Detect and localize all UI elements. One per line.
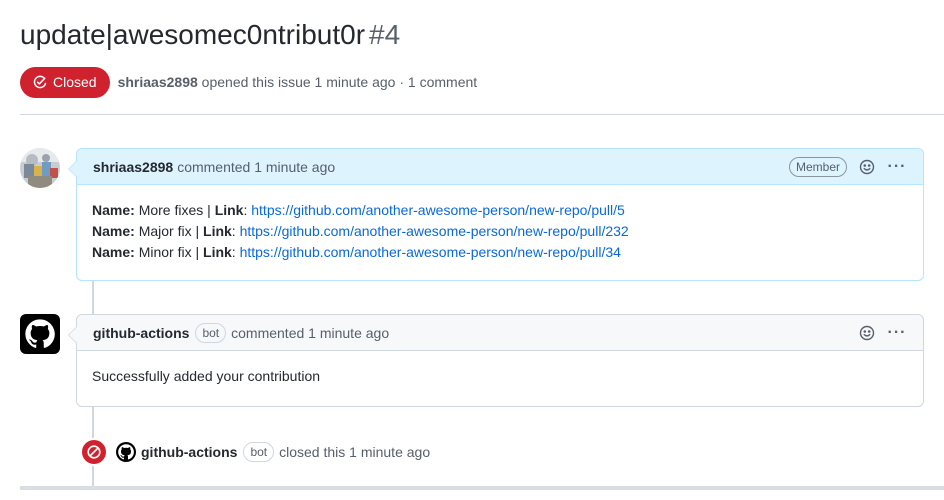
smiley-icon[interactable] bbox=[857, 157, 877, 177]
comment-header: github-actions bot commented 1 minute ag… bbox=[77, 315, 923, 351]
colon: : bbox=[231, 223, 236, 239]
issue-header: update|awesomec0ntribut0r #4 bbox=[20, 14, 944, 56]
comment-timestamp[interactable]: commented 1 minute ago bbox=[231, 325, 389, 341]
comment-member: shriaas2898 commented 1 minute ago Membe… bbox=[68, 148, 924, 281]
link-label: Link bbox=[203, 223, 232, 239]
item-name: More fixes bbox=[138, 202, 204, 218]
separator: | bbox=[207, 202, 211, 218]
avatar[interactable] bbox=[20, 148, 60, 188]
comment-header: shriaas2898 commented 1 minute ago Membe… bbox=[77, 149, 923, 185]
comment-bot: github-actions bot commented 1 minute ag… bbox=[68, 314, 924, 407]
colon: : bbox=[243, 202, 248, 218]
name-label: Name: bbox=[92, 244, 135, 260]
event-author-link[interactable]: github-actions bbox=[141, 444, 237, 460]
name-label: Name: bbox=[92, 223, 135, 239]
issue-title-text: update|awesomec0ntribut0r bbox=[20, 19, 366, 50]
list-item: Name: Minor fix | Link: https://github.c… bbox=[92, 242, 908, 263]
issue-meta-text: shriaas2898 opened this issue 1 minute a… bbox=[118, 74, 478, 90]
link-label: Link bbox=[214, 202, 244, 218]
skip-icon bbox=[80, 438, 108, 466]
closed-event: github-actions bot closed this 1 minute … bbox=[80, 438, 430, 466]
bot-label: bot bbox=[195, 322, 227, 343]
colon: : bbox=[231, 244, 236, 260]
bottom-divider bbox=[20, 486, 944, 490]
kebab-horizontal-icon[interactable]: ··· bbox=[887, 157, 907, 177]
pull-request-link[interactable]: https://github.com/another-awesome-perso… bbox=[240, 244, 621, 260]
event-text: github-actions bot closed this 1 minute … bbox=[116, 442, 430, 462]
comment-author-link[interactable]: github-actions bbox=[93, 325, 189, 341]
list-item: Name: More fixes | Link: https://github.… bbox=[92, 200, 908, 221]
item-name: Minor fix bbox=[138, 244, 192, 260]
github-mark-icon[interactable] bbox=[20, 314, 60, 354]
issue-title: update|awesomec0ntribut0r #4 bbox=[20, 14, 944, 56]
comment-body: Name: More fixes | Link: https://github.… bbox=[77, 185, 923, 263]
kebab-horizontal-icon[interactable]: ··· bbox=[887, 323, 907, 343]
github-mark-icon[interactable] bbox=[116, 442, 136, 462]
pull-request-link[interactable]: https://github.com/another-awesome-perso… bbox=[251, 202, 625, 218]
state-badge-closed: Closed bbox=[20, 66, 110, 98]
issue-meta-detail: opened this issue 1 minute ago · 1 comme… bbox=[201, 74, 478, 90]
issue-meta: Closed shriaas2898 opened this issue 1 m… bbox=[20, 66, 477, 98]
comment-actions: Member ··· bbox=[788, 156, 907, 177]
header-divider bbox=[20, 114, 944, 115]
pull-request-link[interactable]: https://github.com/another-awesome-perso… bbox=[240, 223, 629, 239]
link-label: Link bbox=[203, 244, 232, 260]
smiley-icon[interactable] bbox=[857, 323, 877, 343]
comment-actions: ··· bbox=[857, 323, 907, 343]
comment-author-link[interactable]: shriaas2898 bbox=[93, 159, 173, 175]
separator: | bbox=[195, 244, 200, 260]
item-name: Major fix bbox=[138, 223, 192, 239]
issue-author-link[interactable]: shriaas2898 bbox=[118, 74, 198, 90]
issue-closed-icon bbox=[32, 74, 48, 90]
member-label: Member bbox=[788, 156, 847, 177]
bot-label: bot bbox=[243, 442, 275, 462]
comment-body: Successfully added your contribution bbox=[92, 368, 321, 384]
comment-timestamp[interactable]: commented 1 minute ago bbox=[177, 159, 335, 175]
name-label: Name: bbox=[92, 202, 135, 218]
separator: | bbox=[195, 223, 200, 239]
event-detail[interactable]: closed this 1 minute ago bbox=[279, 444, 430, 460]
issue-number: #4 bbox=[369, 19, 401, 50]
state-label: Closed bbox=[53, 74, 97, 90]
list-item: Name: Major fix | Link: https://github.c… bbox=[92, 221, 908, 242]
